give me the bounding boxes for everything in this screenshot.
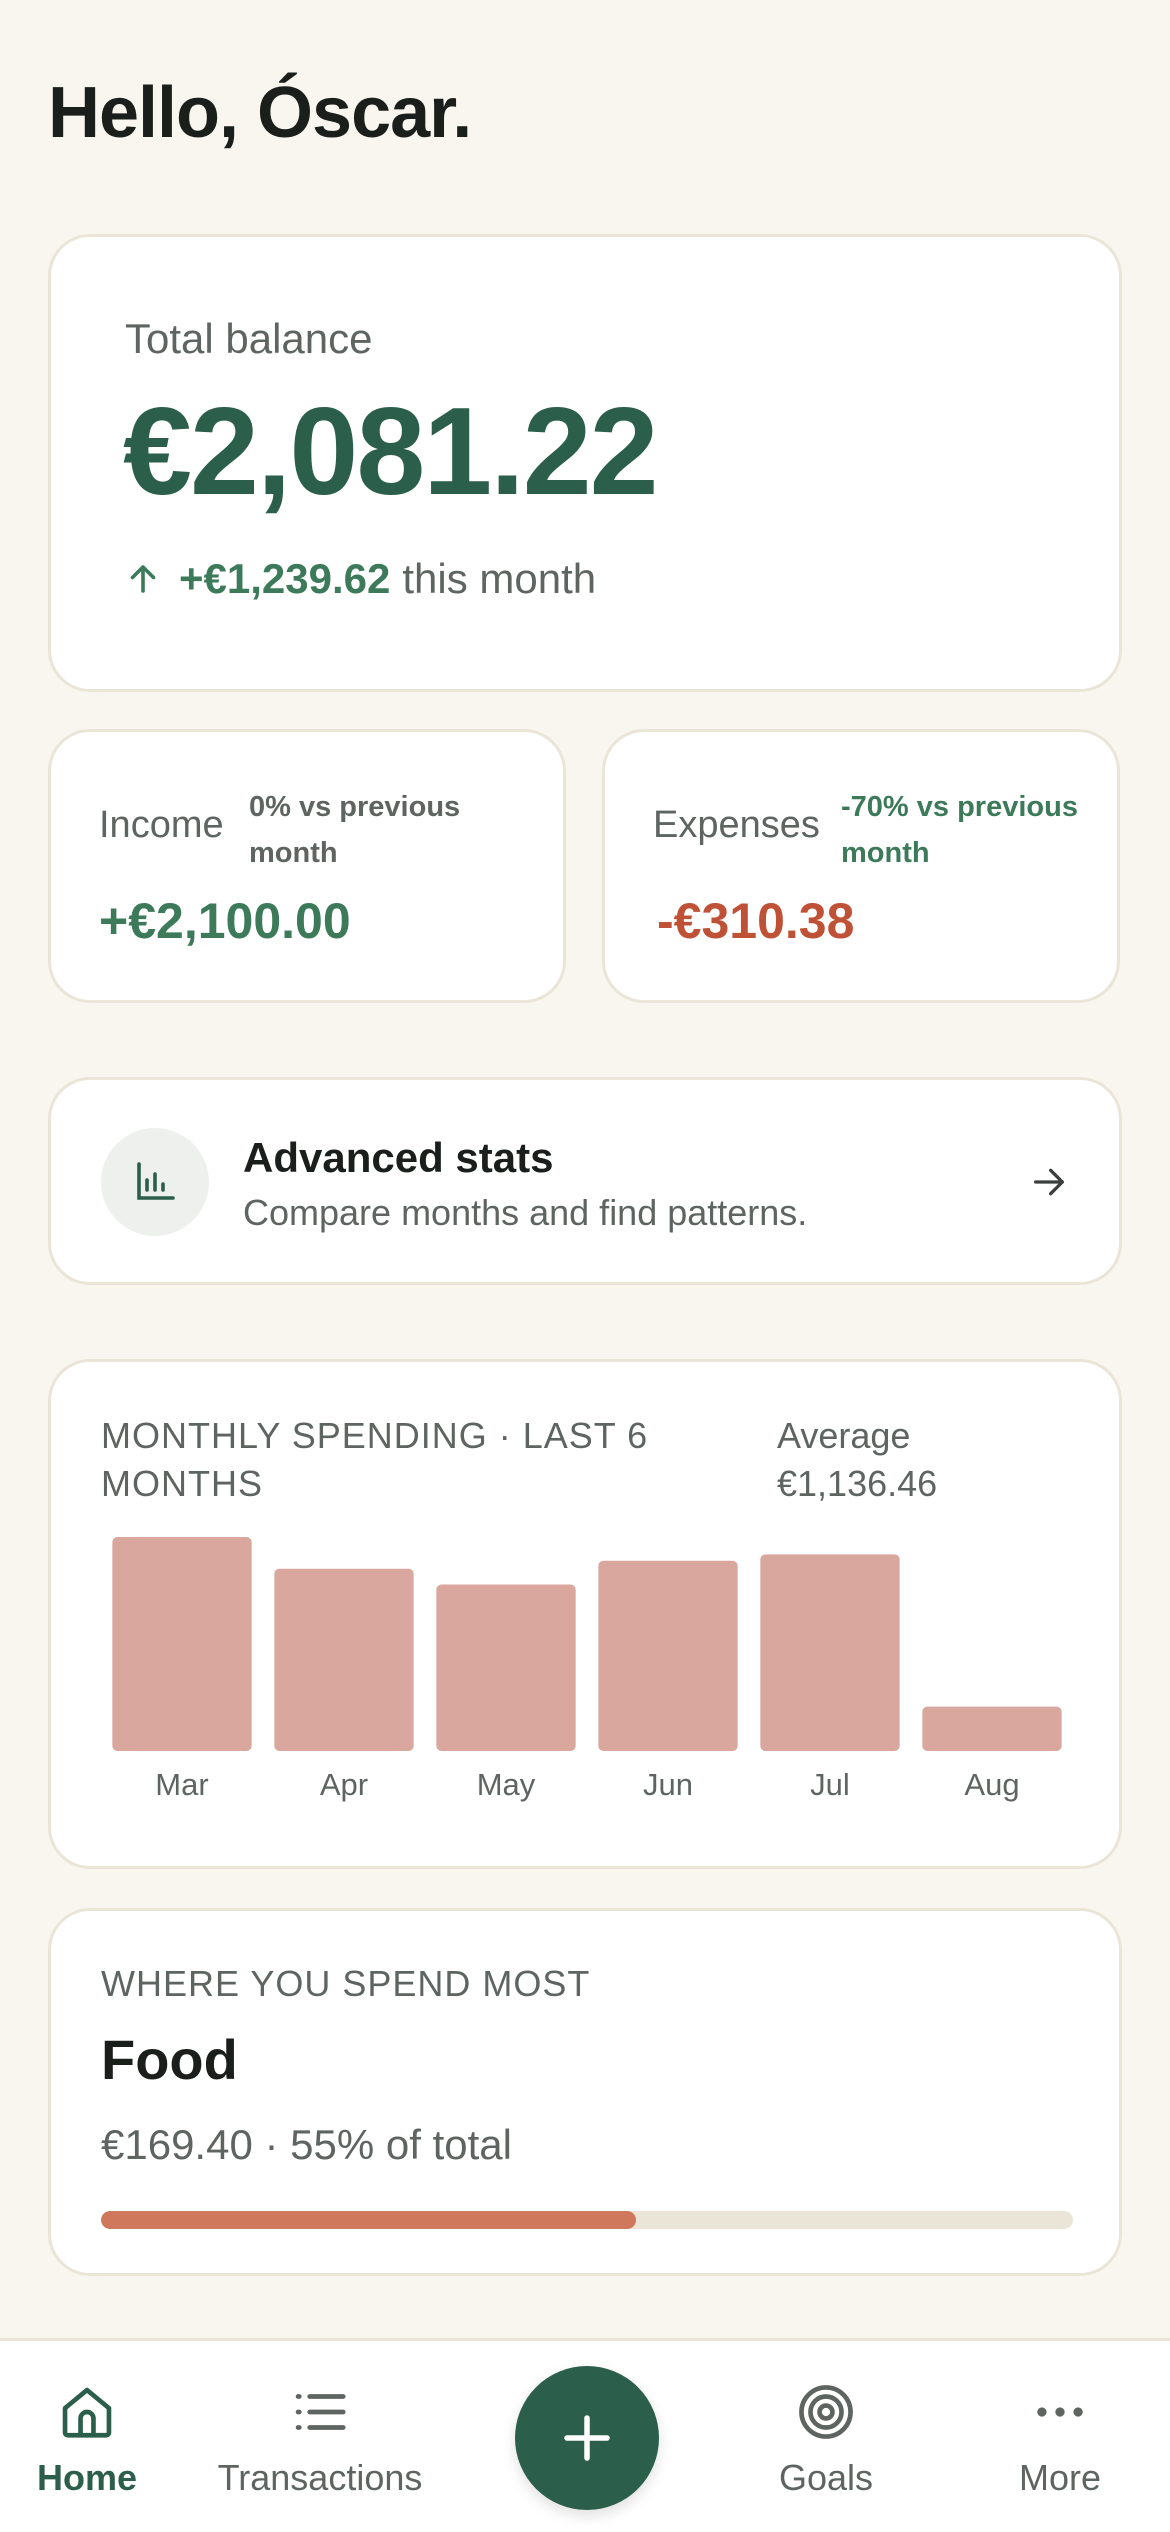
expenses-compare: -70% vs previous month [841, 791, 1078, 869]
average-label: Average [777, 1415, 911, 1456]
bar-label-jun: Jun [643, 1767, 693, 1802]
bar-label-may: May [477, 1767, 536, 1802]
expenses-value: -€310.38 [657, 893, 855, 949]
expenses-card[interactable]: Expenses -70% vs previous month -€310.38 [602, 729, 1120, 1003]
top-category-detail: €169.40 · 55% of total [101, 2121, 512, 2168]
nav-transactions[interactable]: Transactions [205, 2381, 435, 2499]
advanced-stats-subtitle: Compare months and find patterns. [243, 1192, 808, 1233]
nav-more-label: More [1018, 2457, 1102, 2498]
more-dots-icon [1037, 2407, 1083, 2417]
plus-icon [564, 2415, 610, 2461]
bar-label-apr: Apr [320, 1767, 368, 1802]
top-category-card[interactable]: WHERE YOU SPEND MOST Food €169.40 · 55% … [48, 1908, 1122, 2276]
bar-label-jul: Jul [810, 1767, 850, 1802]
nav-home-label: Home [36, 2457, 138, 2498]
monthly-spending-title: MONTHLY SPENDING · LAST 6 MONTHS [101, 1415, 649, 1504]
bar-mar [112, 1537, 252, 1751]
bar-aug [922, 1706, 1062, 1751]
balance-label: Total balance [125, 315, 373, 362]
balance-card: Total balance €2,081.22 +€1,239.62 this … [48, 234, 1122, 692]
target-icon [799, 2385, 853, 2439]
balance-delta-suffix: this month [402, 555, 597, 602]
top-category-name: Food [101, 2028, 238, 2091]
nav-transactions-label: Transactions [217, 2457, 423, 2498]
arrow-right-icon [1034, 1168, 1064, 1196]
expenses-label: Expenses [653, 804, 820, 846]
balance-amount: €2,081.22 [123, 383, 659, 521]
bar-apr [274, 1568, 414, 1751]
bar-chart-icon [101, 1128, 209, 1236]
nav-goals-label: Goals [778, 2457, 874, 2498]
arrow-up-icon [130, 565, 156, 593]
monthly-spending-card: MONTHLY SPENDING · LAST 6 MONTHS Average… [48, 1359, 1122, 1869]
add-transaction-button[interactable] [515, 2366, 659, 2510]
income-compare: 0% vs previous month [249, 791, 461, 869]
advanced-stats-card[interactable]: Advanced stats Compare months and find p… [48, 1077, 1122, 1285]
top-category-progress-fill [101, 2211, 636, 2229]
balance-change: +€1,239.62 this month [125, 555, 596, 603]
spending-bar-chart: Mar Apr May Jun Jul Aug [101, 1537, 1073, 1847]
advanced-stats-title: Advanced stats [243, 1134, 554, 1181]
bar-may [436, 1584, 576, 1751]
home-icon [62, 2387, 112, 2438]
balance-delta: +€1,239.62 [179, 555, 391, 602]
income-value: +€2,100.00 [99, 893, 351, 949]
greeting-title: Hello, Óscar. [48, 73, 472, 153]
average-value: €1,136.46 [777, 1463, 938, 1504]
list-icon [295, 2394, 346, 2430]
nav-more[interactable]: More [1000, 2381, 1120, 2499]
top-category-progress [101, 2211, 1073, 2229]
income-label: Income [99, 804, 224, 846]
top-category-title: WHERE YOU SPEND MOST [101, 1963, 591, 2004]
bar-jun [598, 1560, 738, 1751]
income-card[interactable]: Income 0% vs previous month +€2,100.00 [48, 729, 566, 1003]
nav-home[interactable]: Home [32, 2381, 142, 2499]
bar-label-aug: Aug [964, 1767, 1019, 1802]
spending-chart-svg: Mar Apr May Jun Jul Aug [112, 1537, 1062, 1802]
nav-goals[interactable]: Goals [766, 2381, 886, 2499]
bar-label-mar: Mar [155, 1767, 208, 1802]
bar-jul [760, 1554, 900, 1751]
